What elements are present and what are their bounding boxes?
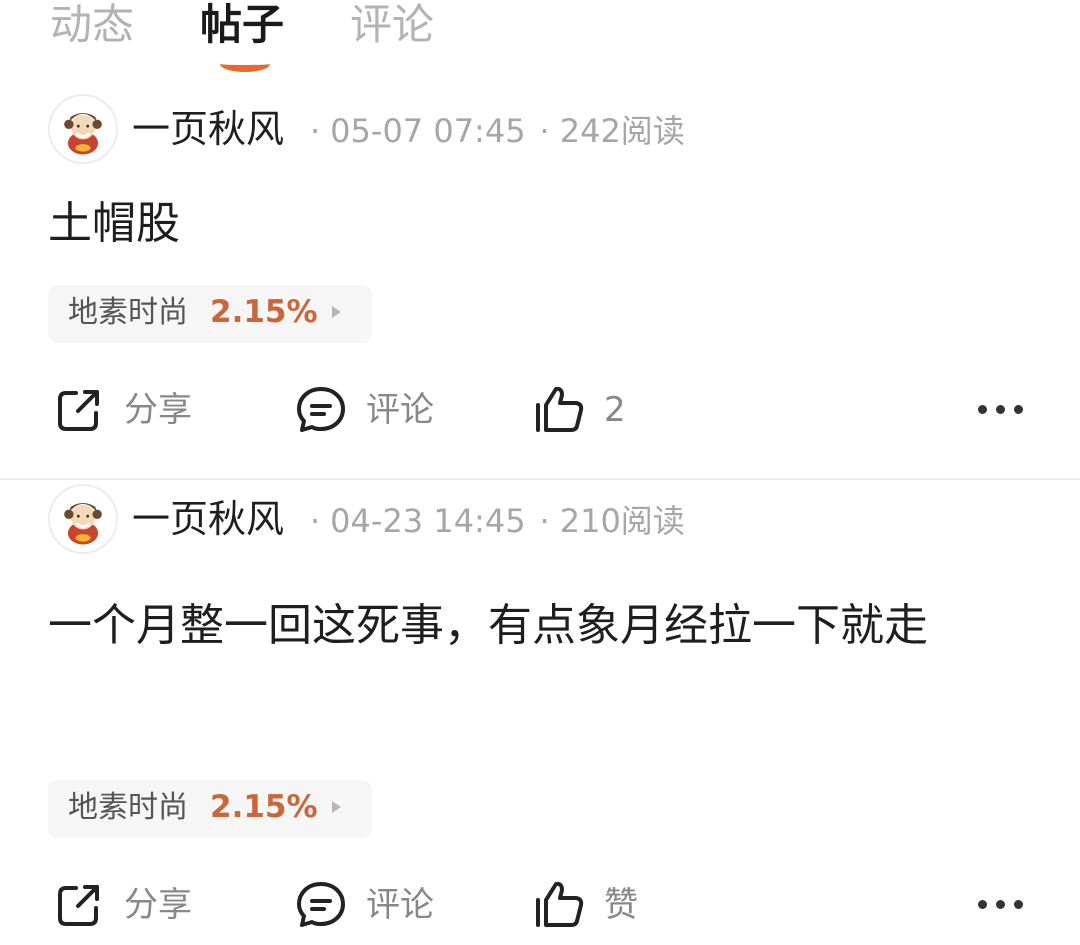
avatar-image: [64, 502, 102, 545]
action-bar: 分享 评论 赞: [0, 870, 1080, 940]
meta-separator: ·: [539, 112, 550, 150]
thumbs-up-icon: [536, 386, 584, 432]
thumbs-up-icon: [536, 881, 584, 927]
share-button[interactable]: 分享: [52, 878, 212, 932]
action-bar: 分享 评论 2: [0, 375, 1080, 445]
author-name[interactable]: 一页秋风: [132, 106, 284, 152]
post-time: 05-07 07:45: [330, 112, 526, 150]
stock-name: 地素时尚: [68, 790, 188, 825]
comment-label: 评论: [366, 390, 434, 430]
meta-separator: ·: [539, 502, 550, 540]
tab-comments[interactable]: 评论: [350, 0, 434, 50]
avatar-image: [64, 112, 102, 155]
share-button[interactable]: 分享: [52, 383, 212, 437]
comment-button[interactable]: 评论: [294, 383, 454, 437]
author-row: 一页秋风 · 04-23 14:45 · 210阅读: [48, 484, 1048, 556]
post-card[interactable]: 一页秋风 · 04-23 14:45 · 210阅读 一个月整一回这死事，有点象月经拉…: [0, 480, 1080, 945]
stock-change: 2.15%: [210, 789, 318, 825]
avatar[interactable]: [48, 94, 118, 164]
post-meta: · 05-07 07:45 · 242阅读: [310, 111, 685, 151]
post-content[interactable]: 一个月整一回这死事，有点象月经拉一下就走: [48, 592, 1038, 660]
chevron-right-icon: [332, 801, 341, 813]
more-icon[interactable]: [978, 403, 1024, 417]
share-icon: [58, 390, 99, 431]
post-meta: · 04-23 14:45 · 210阅读: [310, 501, 685, 541]
avatar[interactable]: [48, 484, 118, 554]
like-label: 赞: [604, 885, 638, 925]
chevron-right-icon: [332, 306, 341, 318]
comment-icon: [297, 882, 345, 927]
meta-separator: ·: [310, 112, 321, 150]
stock-name: 地素时尚: [68, 295, 188, 330]
stock-change: 2.15%: [210, 294, 318, 330]
read-count: 210阅读: [559, 502, 685, 540]
share-label: 分享: [124, 885, 192, 925]
comment-icon: [297, 387, 345, 432]
active-tab-indicator: [220, 56, 270, 72]
meta-separator: ·: [310, 502, 321, 540]
post-time: 04-23 14:45: [330, 502, 526, 540]
stock-chip[interactable]: 地素时尚 2.15%: [48, 285, 372, 343]
tab-posts[interactable]: 帖子: [200, 0, 284, 50]
read-count: 242阅读: [559, 112, 685, 150]
share-label: 分享: [124, 390, 192, 430]
tab-bar: 动态 帖子 评论: [48, 0, 648, 80]
author-row: 一页秋风 · 05-07 07:45 · 242阅读: [48, 94, 1048, 166]
like-button[interactable]: 赞: [532, 878, 662, 932]
post-content[interactable]: 土帽股: [48, 190, 1038, 258]
comment-label: 评论: [366, 885, 434, 925]
author-name[interactable]: 一页秋风: [132, 496, 284, 542]
post-card[interactable]: 一页秋风 · 05-07 07:45 · 242阅读 土帽股 地素时尚 2.15% 分…: [0, 90, 1080, 478]
share-icon: [58, 885, 99, 926]
tab-dynamics[interactable]: 动态: [50, 0, 134, 50]
more-icon[interactable]: [978, 898, 1024, 912]
like-button[interactable]: 2: [532, 383, 662, 437]
stock-chip[interactable]: 地素时尚 2.15%: [48, 780, 372, 838]
like-count: 2: [604, 390, 626, 430]
comment-button[interactable]: 评论: [294, 878, 454, 932]
